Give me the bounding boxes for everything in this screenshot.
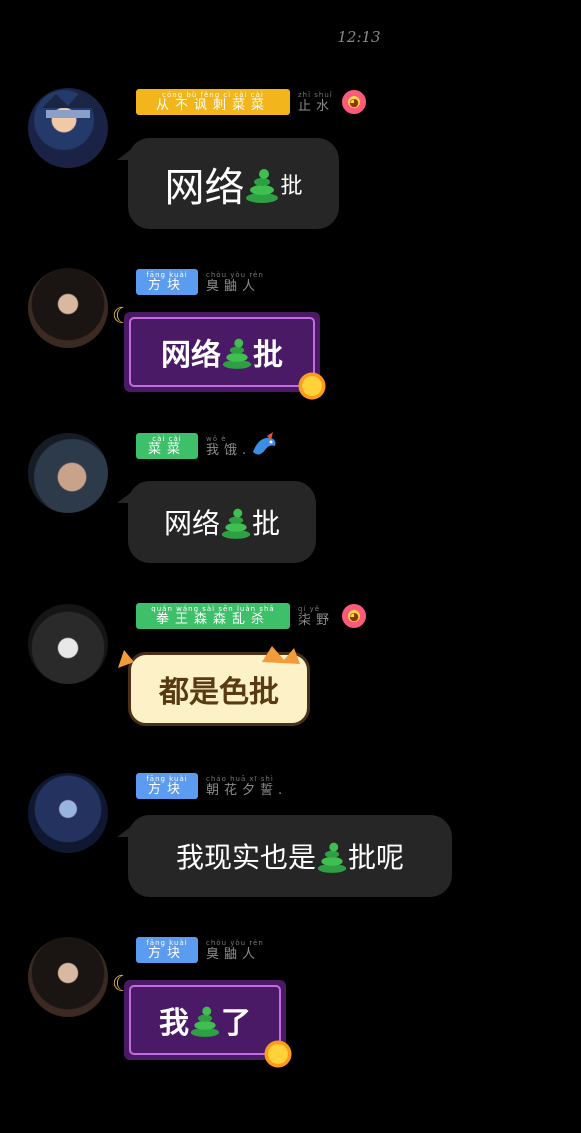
- user-title-tag: cài cài 菜菜: [136, 433, 198, 459]
- message-text-end: 批: [253, 338, 283, 373]
- message-text-start: 网络: [164, 164, 245, 211]
- user-title-tag: fāng kuài 方块: [136, 269, 198, 295]
- user-title-tag: fāng kuài 方块: [136, 773, 198, 799]
- status-time: 12:13: [337, 28, 381, 46]
- message-text-start: 我: [159, 1006, 189, 1041]
- message-text-start: 网络: [161, 338, 221, 373]
- nickname[interactable]: chòu yòu rén 臭鼬人: [206, 269, 264, 295]
- snake-icon: [317, 842, 347, 873]
- user-title-tag: fāng kuài 方块: [136, 937, 198, 963]
- nickname[interactable]: zhǐ shuǐ 止水: [298, 89, 334, 115]
- snake-icon: [222, 338, 252, 369]
- message-text: 都是色批: [159, 675, 279, 710]
- avatar[interactable]: [28, 773, 108, 853]
- sun-icon: [260, 1036, 296, 1072]
- snake-icon: [246, 168, 279, 203]
- cat-ears-icon: [118, 646, 300, 668]
- flower-icon: ◕: [342, 604, 367, 628]
- avatar[interactable]: [28, 937, 108, 1017]
- moon-icon: ☾: [112, 972, 132, 997]
- avatar[interactable]: [28, 604, 108, 684]
- snake-icon: [190, 1006, 220, 1037]
- dragon-icon: [253, 432, 276, 455]
- sun-icon: [294, 368, 330, 404]
- message-text-start: 网络: [163, 507, 220, 540]
- message-text-start: 我现实也是: [175, 841, 316, 874]
- nickname[interactable]: chòu yòu rén 臭鼬人: [206, 937, 264, 963]
- message-bubble[interactable]: 网络 批: [117, 481, 316, 563]
- user-title-tag: quán wáng sài sēn luàn shā 拳王森森乱杀: [136, 603, 290, 629]
- avatar[interactable]: [28, 88, 108, 168]
- message-bubble[interactable]: 我现实也是 批呢: [117, 815, 452, 897]
- message-text-end: 批呢: [348, 841, 405, 874]
- user-title-tag: cóng bù fěng cì cài cài 从不讽刺菜菜: [136, 89, 290, 115]
- avatar[interactable]: [28, 433, 108, 513]
- avatar[interactable]: [28, 268, 108, 348]
- nickname[interactable]: wǒ è 我饿.: [206, 433, 251, 459]
- message-text-end: 了: [221, 1006, 251, 1041]
- message-bubble[interactable]: 网络 批: [124, 312, 320, 392]
- snake-icon: [221, 508, 251, 539]
- message-text-end: 批: [252, 507, 281, 540]
- moon-icon: ☾: [112, 304, 132, 329]
- nickname[interactable]: qí yě 柒野: [298, 603, 334, 629]
- flower-icon: ◕: [342, 90, 367, 114]
- message-bubble[interactable]: 网络 批: [117, 138, 339, 229]
- nickname[interactable]: cháo huā xī shì 朝花夕誓.: [206, 773, 287, 799]
- message-text-end: 批: [280, 173, 303, 199]
